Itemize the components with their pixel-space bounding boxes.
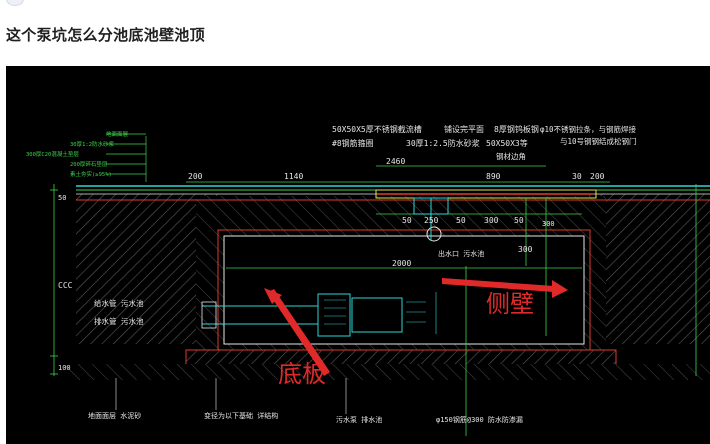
note-i: 钢材边角 (496, 151, 526, 161)
dim-50-vertical: 50 (58, 194, 66, 202)
note-h: 50X50X3等 (486, 138, 528, 148)
note-f: #8钢筋箍圈 (332, 138, 374, 148)
cad-drawing-canvas: 50X50X5厚不锈钢截流槽 铺设完平面 8厚钢钨板钢 φ10不锈钢拉条，与钢筋… (26, 124, 710, 436)
dim-250: 250 (424, 216, 439, 225)
annotation-bottom-slab: 底板 (278, 360, 326, 388)
dim-1140: 1140 (284, 172, 303, 181)
annotation-side-wall: 侧壁 (486, 290, 534, 318)
label-bottom-3: 污水泵 排水池 (336, 415, 382, 424)
note-c: 8厚钢钨板钢 (494, 124, 539, 134)
dim-200-left: 200 (188, 172, 203, 181)
dim-300: 300 (484, 216, 499, 225)
left-note-3: 300厚C20混凝土垫层 (26, 150, 79, 158)
left-note-1: 地面面层 (106, 130, 129, 138)
note-e: 与10号钢钢结成松钢门 (560, 136, 637, 146)
label-bottom-2: 变径为以下基础 详结构 (204, 411, 278, 420)
left-note-2: 30厚1:2防水砂浆 (70, 140, 115, 148)
dim-2460: 2460 (386, 157, 405, 166)
label-inlet-top: 给水管 污水池 (94, 298, 144, 308)
cad-drawing-image[interactable]: 50X50X5厚不锈钢截流槽 铺设完平面 8厚钢钨板钢 φ10不锈钢拉条，与钢筋… (6, 66, 710, 444)
note-d: φ10不锈钢拉条，与钢筋焊接 (540, 124, 637, 134)
left-note-5: 素土夯实(≥95%) (70, 170, 112, 178)
avatar (6, 0, 24, 6)
dim-ccc: CCC (58, 281, 73, 290)
dim-890: 890 (486, 172, 501, 181)
dim-50-a: 50 (402, 216, 412, 225)
dim-30: 30 (572, 172, 582, 181)
dim-50-b: 50 (456, 216, 466, 225)
note-a: 50X50X5厚不锈钢截流槽 (332, 124, 422, 134)
note-b: 铺设完平面 (444, 124, 484, 134)
dim-50-c: 50 (514, 216, 524, 225)
dim-100: 100 (58, 364, 71, 372)
question-title: 这个泵坑怎么分池底池壁池顶 (6, 26, 205, 44)
label-outlet: 出水口 污水池 (438, 249, 484, 258)
note-g: 30厚1:2.5防水砂浆 (406, 138, 480, 148)
label-inlet-bottom: 排水管 污水池 (94, 316, 144, 326)
dim-2000: 2000 (392, 259, 411, 268)
label-bottom-4: φ150钢筋@300 防水防渗漏 (436, 415, 523, 424)
dim-300-right: 300 (542, 220, 555, 228)
label-bottom-1: 地面面层 水泥砂 (88, 411, 141, 420)
left-note-4: 200厚碎石垫层 (70, 160, 108, 168)
foundation-layer (66, 364, 710, 380)
dim-300-vertical: 300 (518, 245, 533, 254)
dim-200-right: 200 (590, 172, 605, 181)
